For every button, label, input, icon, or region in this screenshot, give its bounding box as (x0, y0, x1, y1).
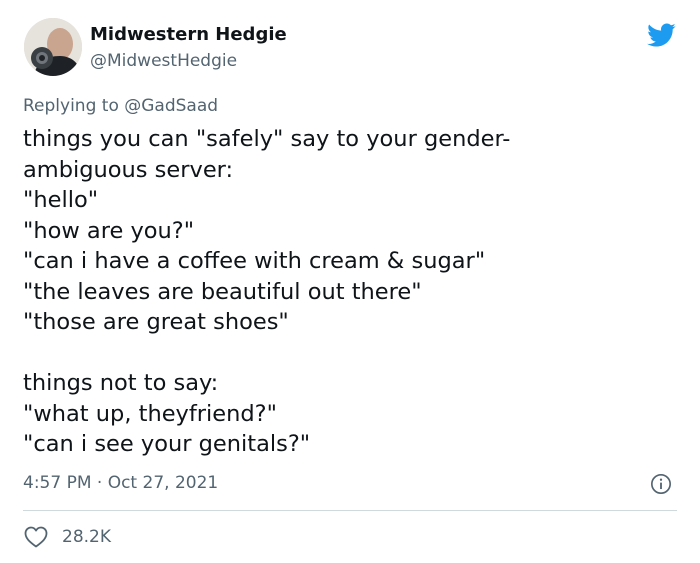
tweet-line: "can i see your genitals?" (23, 431, 311, 457)
divider (23, 510, 677, 511)
tweet-line: "those are great shoes" (23, 309, 289, 335)
tweet-line: things not to say: (23, 370, 219, 396)
tweet-timestamp[interactable]: 4:57 PM · Oct 27, 2021 (23, 473, 218, 493)
heart-icon (24, 526, 48, 548)
tweet-line: "how are you?" (23, 217, 195, 244)
user-avatar-icon (24, 18, 82, 76)
like-button[interactable]: 28.2K (24, 525, 111, 549)
info-icon[interactable] (650, 473, 672, 495)
reply-mention-link[interactable]: @GadSaad (124, 96, 218, 116)
tweet-line: ambiguous server: (23, 156, 234, 183)
tweet-line: things you can "safely" say to your gend… (23, 126, 511, 152)
twitter-bird-icon[interactable] (644, 20, 678, 50)
replying-to: Replying to @GadSaad (23, 96, 218, 116)
tweet-line: "can i have a coffee with cream & sugar" (23, 248, 486, 274)
avatar[interactable] (24, 18, 82, 76)
tweet-line: "what up, theyfriend?" (23, 400, 277, 427)
replying-prefix: Replying to (23, 96, 125, 116)
like-count: 28.2K (62, 527, 111, 547)
tweet-text: things you can "safely" say to your gend… (23, 124, 673, 460)
display-name[interactable]: Midwestern Hedgie (90, 24, 287, 45)
tweet-line: "the leaves are beautiful out there" (23, 278, 422, 305)
tweet-line: "hello" (23, 187, 99, 213)
tweet-card: Midwestern Hedgie @MidwestHedgie Replyin… (0, 0, 700, 563)
user-handle[interactable]: @MidwestHedgie (90, 51, 237, 71)
